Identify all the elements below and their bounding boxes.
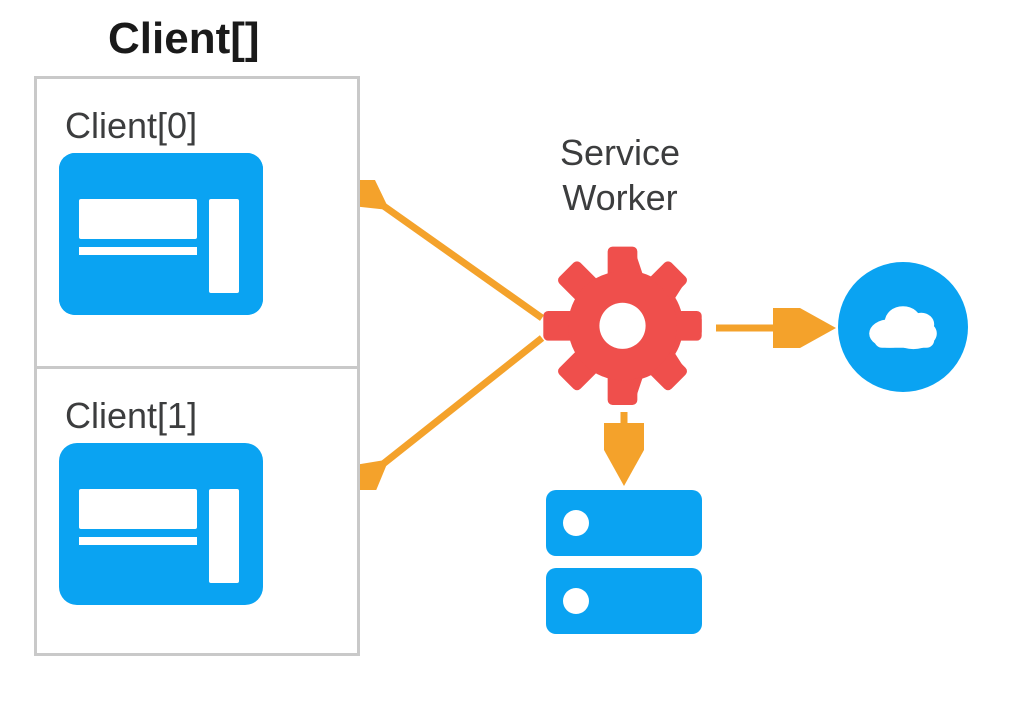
service-worker-label: Service Worker — [540, 130, 700, 220]
service-worker-label-line1: Service — [560, 132, 680, 173]
client-0-label: Client[0] — [65, 105, 339, 147]
browser-window-icon — [59, 443, 263, 605]
client-1-label: Client[1] — [65, 395, 339, 437]
server-icon — [546, 490, 702, 635]
arrow-sw-to-cloud — [710, 308, 840, 348]
gear-icon — [540, 240, 705, 405]
clients-title: Client[] — [108, 14, 260, 64]
client-1-box: Client[1] — [37, 369, 357, 656]
cloud-icon — [838, 262, 968, 392]
client-array-box: Client[0] — [34, 76, 360, 656]
arrow-sw-to-client1 — [360, 320, 560, 490]
service-worker-label-line2: Worker — [562, 177, 677, 218]
arrow-sw-to-server — [604, 408, 644, 490]
client-0-box: Client[0] — [37, 79, 357, 369]
diagram-canvas: Client[] Client[0] — [0, 0, 1010, 702]
browser-window-icon — [59, 153, 263, 315]
